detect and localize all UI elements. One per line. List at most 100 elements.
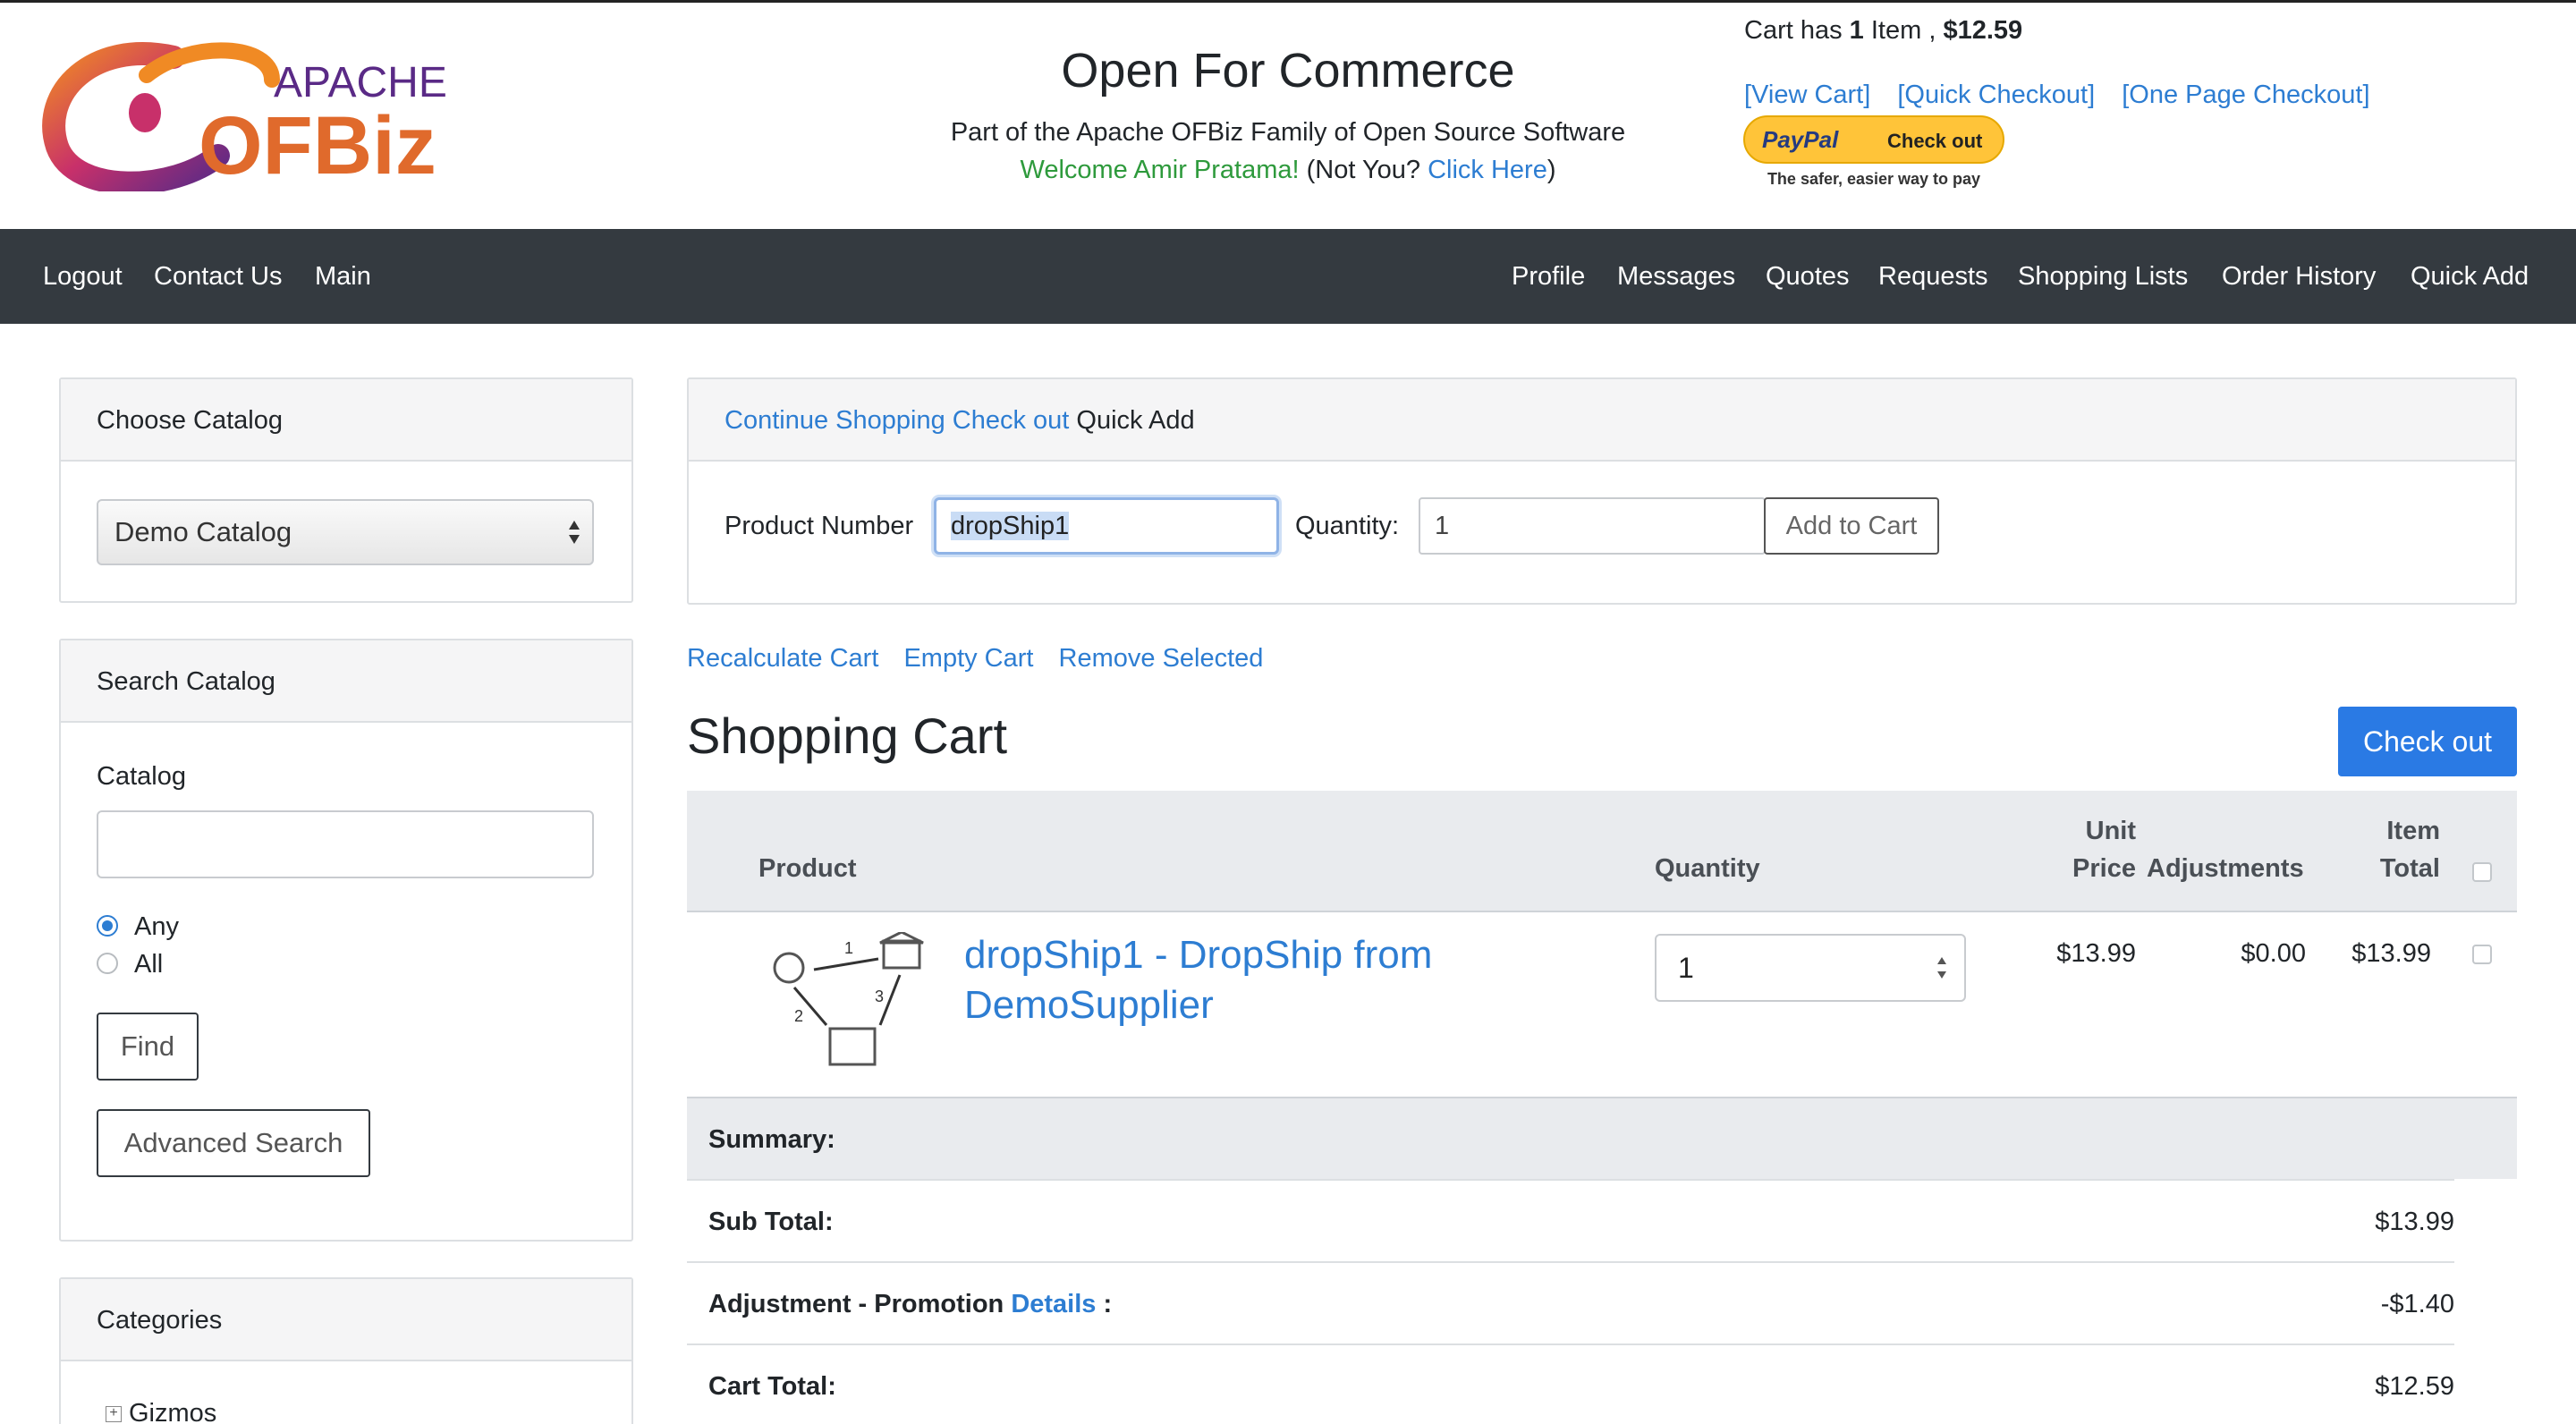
radio-any[interactable] — [97, 915, 118, 937]
item-unit-price: $13.99 — [2056, 939, 2136, 968]
svg-text:2: 2 — [794, 1007, 803, 1025]
nav-contact-us[interactable]: Contact Us — [154, 229, 282, 324]
paypal-checkout-button[interactable]: PayPal Check out The safer, easier way t… — [1742, 114, 2005, 190]
welcome-line: Welcome Amir Pratama! (Not You? Click He… — [877, 156, 1699, 185]
logo-ofbiz-text: OFBiz — [199, 100, 436, 191]
item-total: $13.99 — [2351, 939, 2431, 968]
quick-checkout-link[interactable]: [Quick Checkout] — [1897, 81, 2095, 109]
categories-title: Categories — [61, 1279, 631, 1361]
catalog-label: Catalog — [97, 762, 186, 791]
click-here-link[interactable]: Click Here — [1428, 156, 1547, 184]
catalog-select[interactable]: Demo Catalog — [97, 499, 594, 565]
continue-shopping-link[interactable]: Continue Shopping — [724, 406, 945, 435]
select-all-checkbox[interactable] — [2472, 862, 2492, 882]
cart-summary-prefix: Cart has — [1744, 16, 1843, 45]
summary-label: Summary: — [708, 1125, 835, 1154]
item-adjustments: $0.00 — [2241, 939, 2306, 968]
choose-catalog-title: Choose Catalog — [61, 379, 631, 462]
site-title: Open For Commerce — [1061, 44, 1515, 97]
product-link[interactable]: dropShip1 - DropShip from DemoSupplier — [964, 930, 1537, 1030]
catalog-select-value: Demo Catalog — [114, 516, 292, 547]
radio-all-row[interactable]: All — [97, 948, 163, 980]
header-item-total: Item Total — [2342, 812, 2440, 887]
nav-main[interactable]: Main — [315, 229, 371, 324]
radio-all-label: All — [134, 950, 164, 979]
add-to-cart-button[interactable]: Add to Cart — [1764, 497, 1939, 555]
cart-item-count: 1 — [1849, 16, 1864, 45]
nav-shopping-lists[interactable]: Shopping Lists — [2018, 229, 2188, 324]
header-unit-price-line1: Unit — [2085, 817, 2136, 845]
nav-logout[interactable]: Logout — [43, 229, 123, 324]
paypal-brand: PayPal — [1762, 126, 1839, 153]
main-navbar: Logout Contact Us Main Profile Messages … — [0, 229, 2576, 324]
category-item-gizmos[interactable]: + Gizmos — [106, 1399, 216, 1424]
cart-total-row: Cart Total: $12.59 — [687, 1343, 2454, 1424]
paypal-tagline: The safer, easier way to pay — [1767, 170, 1980, 188]
cart-summary: Cart has 1 Item , $12.59 — [1744, 16, 2022, 46]
quick-add-quantity-label: Quantity: — [1295, 512, 1400, 540]
stepper-arrows-icon[interactable] — [1936, 954, 1948, 982]
nav-requests[interactable]: Requests — [1878, 229, 1988, 324]
subtotal-row: Sub Total: $13.99 — [687, 1179, 2454, 1261]
cart-summary-total: $12.59 — [1943, 16, 2023, 45]
header-item-total-line2: Total — [2379, 854, 2440, 883]
header-product: Product — [758, 854, 857, 883]
quick-add-card: Continue Shopping Check out Quick Add Pr… — [687, 377, 2517, 605]
quick-add-quantity-input[interactable]: 1 — [1419, 497, 1766, 555]
nav-quotes[interactable]: Quotes — [1766, 229, 1850, 324]
remove-selected-link[interactable]: Remove Selected — [1059, 644, 1264, 673]
search-catalog-title: Search Catalog — [61, 640, 631, 723]
cart-total-label: Cart Total: — [708, 1372, 836, 1401]
item-quantity-input[interactable]: 1 — [1655, 934, 1966, 1002]
product-number-input[interactable]: dropShip1 — [934, 497, 1279, 555]
product-number-value: dropShip1 — [951, 512, 1070, 540]
ofbiz-logo[interactable]: APACHE OFBiz — [39, 39, 469, 191]
header-quantity: Quantity — [1655, 854, 1760, 883]
dropship-diagram-image[interactable]: 1 2 3 — [758, 932, 937, 1075]
checkout-button[interactable]: Check out — [2338, 707, 2517, 776]
site-subtitle: Part of the Apache OFBiz Family of Open … — [950, 118, 1626, 147]
radio-all[interactable] — [97, 953, 118, 975]
shopping-cart-title: Shopping Cart — [687, 708, 1008, 764]
item-select-checkbox[interactable] — [2472, 945, 2492, 964]
advanced-search-button[interactable]: Advanced Search — [97, 1109, 370, 1177]
one-page-checkout-link[interactable]: [One Page Checkout] — [2122, 81, 2369, 109]
expand-icon[interactable]: + — [106, 1406, 122, 1423]
categories-card: Categories + Gizmos — [59, 1277, 633, 1424]
subtotal-value: $13.99 — [2375, 1208, 2454, 1236]
header-unit-price-line2: Price — [2072, 854, 2136, 883]
cart-table-header: Product Quantity Unit Price Adjustments … — [687, 791, 2517, 912]
item-quantity-value: 1 — [1678, 952, 1694, 984]
radio-any-row[interactable]: Any — [97, 911, 179, 943]
svg-text:1: 1 — [844, 939, 853, 957]
svg-text:3: 3 — [875, 987, 884, 1005]
check-out-link[interactable]: Check out — [953, 406, 1070, 435]
view-cart-link[interactable]: [View Cart] — [1744, 81, 1870, 109]
cart-links: [View Cart] [Quick Checkout] [One Page C… — [1744, 81, 2390, 110]
quick-add-title: Quick Add — [1076, 406, 1195, 435]
find-button[interactable]: Find — [97, 1013, 199, 1081]
header-adjustments: Adjustments — [2147, 854, 2304, 883]
quick-add-header: Continue Shopping Check out Quick Add — [689, 379, 2515, 462]
nav-profile[interactable]: Profile — [1512, 229, 1585, 324]
empty-cart-link[interactable]: Empty Cart — [903, 644, 1033, 673]
radio-any-label: Any — [134, 912, 179, 941]
site-header: APACHE OFBiz Open For Commerce Part of t… — [0, 0, 2576, 229]
nav-quick-add[interactable]: Quick Add — [2411, 229, 2529, 324]
adjustment-value: -$1.40 — [2380, 1290, 2454, 1318]
close-paren: ) — [1546, 156, 1556, 184]
top-border — [0, 0, 2576, 3]
recalculate-cart-link[interactable]: Recalculate Cart — [687, 644, 878, 673]
catalog-search-input[interactable] — [97, 810, 594, 878]
not-you-text: (Not You? — [1306, 156, 1421, 184]
welcome-text: Welcome Amir Pratama! — [1020, 156, 1300, 184]
nav-messages[interactable]: Messages — [1617, 229, 1735, 324]
promotion-details-link[interactable]: Details — [1011, 1290, 1096, 1318]
nav-order-history[interactable]: Order History — [2222, 229, 2376, 324]
search-catalog-card: Search Catalog Catalog Any All Find Adva… — [59, 639, 633, 1242]
adjustment-label-text: Adjustment - Promotion — [708, 1290, 1004, 1318]
cart-actions: Recalculate Cart Empty Cart Remove Selec… — [687, 644, 1281, 674]
paypal-label: Check out — [1887, 130, 1983, 152]
cart-total-value: $12.59 — [2375, 1372, 2454, 1401]
subtotal-label: Sub Total: — [708, 1208, 834, 1236]
